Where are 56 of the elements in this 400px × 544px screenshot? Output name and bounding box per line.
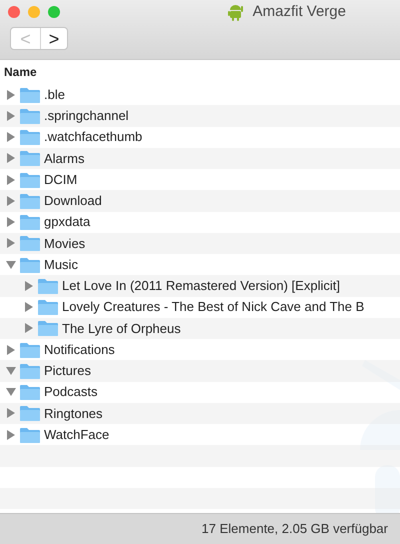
disclosure-down-icon[interactable] bbox=[6, 260, 16, 270]
folder-name[interactable]: Download bbox=[44, 191, 102, 211]
folder-name[interactable]: Alarms bbox=[44, 148, 84, 168]
folder-icon bbox=[20, 342, 40, 358]
folder-name[interactable]: Ringtones bbox=[44, 404, 103, 424]
folder-icon bbox=[20, 256, 40, 273]
folder-icon bbox=[38, 320, 58, 336]
folder-icon bbox=[20, 362, 40, 379]
disclosure-right-icon[interactable] bbox=[6, 238, 16, 248]
disclosure-right-icon[interactable] bbox=[6, 174, 16, 185]
folder-icon bbox=[20, 129, 40, 146]
window-title: Amazfit Verge bbox=[252, 2, 346, 22]
disclosure-right-icon[interactable] bbox=[6, 153, 16, 164]
disclosure-down-icon[interactable] bbox=[6, 387, 16, 398]
folder-icon bbox=[20, 108, 40, 124]
disclosure-right-icon[interactable] bbox=[24, 280, 34, 291]
folder-name[interactable]: Pictures bbox=[44, 361, 91, 381]
folder-icon bbox=[20, 172, 40, 188]
folder-icon bbox=[20, 214, 40, 230]
column-header[interactable]: Name bbox=[0, 60, 400, 84]
status-text: 17 Elemente, 2.05 GB verfügbar bbox=[202, 520, 388, 538]
forward-button[interactable]: > bbox=[41, 28, 67, 49]
folder-name[interactable]: Music bbox=[44, 254, 78, 274]
folder-name[interactable]: .ble bbox=[44, 84, 65, 104]
disclosure-right-icon[interactable] bbox=[6, 217, 16, 228]
disclosure-right-icon[interactable] bbox=[6, 90, 16, 100]
folder-icon bbox=[38, 278, 58, 294]
folder-icon bbox=[20, 150, 40, 166]
folder-icon bbox=[20, 86, 40, 103]
folder-name[interactable]: .springchannel bbox=[44, 106, 129, 126]
folder-name[interactable]: Movies bbox=[44, 234, 86, 254]
zoom-button[interactable] bbox=[48, 6, 60, 18]
disclosure-right-icon[interactable] bbox=[6, 408, 16, 418]
disclosure-right-icon[interactable] bbox=[24, 302, 34, 312]
disclosure-right-icon[interactable] bbox=[6, 132, 16, 142]
disclosure-right-icon[interactable] bbox=[6, 430, 16, 440]
disclosure-right-icon[interactable] bbox=[6, 196, 16, 206]
folder-icon bbox=[20, 405, 40, 422]
folder-icon bbox=[20, 192, 40, 209]
folder-icon bbox=[38, 299, 58, 316]
disclosure-down-icon[interactable] bbox=[6, 366, 16, 376]
close-button[interactable] bbox=[8, 6, 20, 18]
android-icon bbox=[228, 3, 243, 21]
folder-name[interactable]: gpxdata bbox=[44, 212, 90, 232]
folder-name[interactable]: Notifications bbox=[44, 340, 115, 360]
disclosure-right-icon[interactable] bbox=[6, 344, 16, 355]
folder-icon bbox=[20, 235, 40, 252]
folder-icon bbox=[20, 384, 40, 400]
folder-name[interactable]: DCIM bbox=[44, 170, 78, 190]
folder-icon bbox=[20, 426, 40, 443]
disclosure-right-icon[interactable] bbox=[24, 323, 34, 334]
folder-name[interactable]: Lovely Creatures - The Best of Nick Cave and The B bbox=[62, 297, 364, 317]
disclosure-right-icon[interactable] bbox=[6, 110, 16, 121]
folder-name[interactable]: WatchFace bbox=[44, 424, 110, 444]
folder-name[interactable]: Podcasts bbox=[44, 382, 98, 402]
folder-name[interactable]: .watchfacethumb bbox=[44, 127, 142, 147]
